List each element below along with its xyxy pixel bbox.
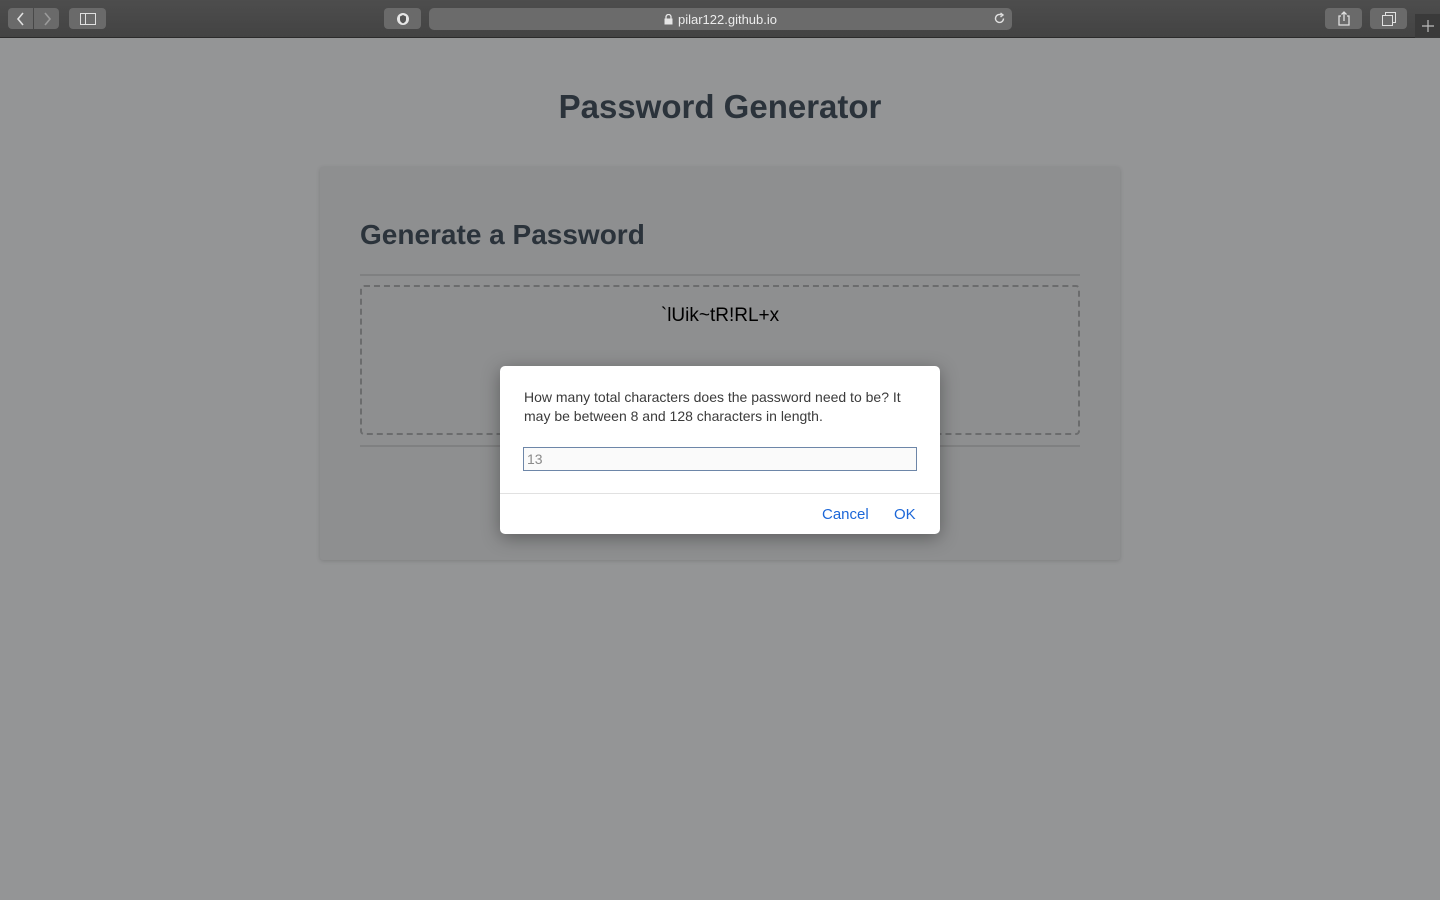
share-icon: [1337, 11, 1350, 26]
divider: [360, 274, 1080, 276]
dialog-divider: [500, 493, 940, 494]
tab-overview-button[interactable]: [1370, 8, 1407, 29]
chevron-right-icon: [43, 11, 51, 26]
shield-icon: [396, 12, 409, 25]
sidebar-toggle-button[interactable]: [69, 8, 106, 29]
generated-password: `lUik~tR!RL+x: [660, 305, 780, 326]
reload-icon[interactable]: [993, 12, 1006, 25]
browser-toolbar: pilar122.github.io: [0, 0, 1440, 38]
share-button[interactable]: [1325, 8, 1362, 29]
privacy-report-button[interactable]: [384, 8, 421, 29]
tabs-icon: [1381, 11, 1396, 26]
page-title: Password Generator: [558, 88, 882, 125]
forward-button[interactable]: [34, 8, 59, 29]
lock-icon: [664, 13, 673, 24]
ok-button[interactable]: OK: [894, 506, 916, 523]
back-button[interactable]: [8, 8, 33, 29]
prompt-dialog: How many total characters does the passw…: [500, 366, 940, 534]
new-tab-button[interactable]: [1415, 14, 1440, 38]
address-bar[interactable]: pilar122.github.io: [429, 8, 1012, 30]
chevron-left-icon: [16, 11, 24, 26]
cancel-button[interactable]: Cancel: [822, 506, 869, 523]
url-text: pilar122.github.io: [677, 11, 778, 27]
card-header: Generate a Password: [360, 219, 645, 250]
plus-icon: [1421, 20, 1434, 32]
length-input[interactable]: [523, 447, 917, 471]
dialog-message: How many total characters does the passw…: [524, 389, 901, 424]
sidebar-icon: [79, 12, 96, 25]
